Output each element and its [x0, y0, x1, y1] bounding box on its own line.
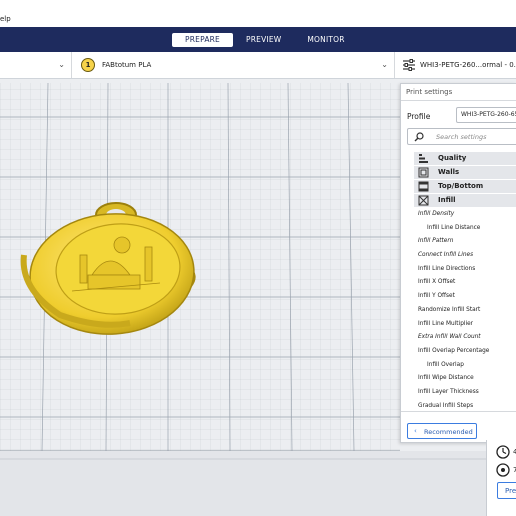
search-placeholder: Search settings [436, 133, 487, 141]
job-specs-bar: ⌄ 1 FABtotum PLA ⌄ WHI3-PETG-260...ormal… [0, 52, 516, 79]
tab-preview[interactable]: PREVIEW [233, 33, 294, 47]
setting-infill-y-offset[interactable]: Infill Y Offset [401, 290, 516, 304]
setting-infill-line-distance[interactable]: Infill Line Distance [401, 222, 516, 236]
category-walls[interactable]: Walls [414, 166, 516, 179]
walls-icon [418, 167, 429, 178]
quality-icon [419, 154, 428, 163]
help-menu[interactable]: elp [0, 15, 11, 23]
print-info-panel: 4 7 Pre [486, 440, 516, 516]
settings-list: Quality Walls Top/Bottom Infill Infill D… [401, 152, 516, 413]
setting-infill-line-multiplier[interactable]: Infill Line Multiplier [401, 318, 516, 332]
menu-bar: elp [0, 0, 516, 27]
extruder-badge: 1 [81, 58, 95, 72]
category-label: Top/Bottom [438, 182, 484, 190]
infill-icon [418, 195, 429, 206]
spool-icon [496, 463, 510, 477]
recommended-button[interactable]: ‹ Recommended [407, 423, 477, 439]
category-label: Walls [438, 168, 460, 176]
clock-icon [496, 445, 510, 459]
print-settings-panel: Print settings Profile WHI3-PETG-260-65 … [400, 83, 516, 443]
setting-infill-x-offset[interactable]: Infill X Offset [401, 276, 516, 290]
search-input[interactable]: Search settings [407, 128, 516, 145]
category-label: Quality [438, 154, 467, 162]
category-infill[interactable]: Infill [414, 194, 516, 207]
setting-infill-line-directions[interactable]: Infill Line Directions [401, 263, 516, 277]
category-top-bottom[interactable]: Top/Bottom [414, 180, 516, 193]
recommended-label: Recommended [424, 428, 473, 436]
divider [401, 100, 516, 101]
printer-selector[interactable]: ⌄ [0, 52, 72, 78]
setting-extra-infill-wall-count[interactable]: Extra Infill Wall Count [401, 331, 516, 345]
chevron-down-icon: ⌄ [58, 60, 65, 69]
setting-infill-density[interactable]: Infill Density [401, 208, 516, 222]
setting-infill-layer-thickness[interactable]: Infill Layer Thickness [401, 386, 516, 400]
tab-monitor[interactable]: MONITOR [294, 33, 357, 47]
tab-prepare[interactable]: PREPARE [172, 33, 233, 47]
chevron-left-icon: ‹ [414, 427, 417, 435]
search-icon [414, 132, 424, 142]
preview-button-label: Pre [505, 487, 516, 495]
material-selector[interactable]: 1 FABtotum PLA ⌄ [73, 52, 395, 78]
profile-label: Profile [407, 112, 431, 121]
setting-infill-overlap-percentage[interactable]: Infill Overlap Percentage [401, 345, 516, 359]
setting-randomize-infill-start[interactable]: Randomize Infill Start [401, 304, 516, 318]
setting-infill-pattern[interactable]: Infill Pattern [401, 235, 516, 249]
category-label: Infill [438, 196, 456, 204]
profile-dropdown[interactable]: WHI3-PETG-260-65 Pe [456, 107, 516, 123]
divider [401, 411, 516, 412]
setting-infill-overlap[interactable]: Infill Overlap [401, 359, 516, 373]
material-name: FABtotum PLA [102, 61, 152, 69]
top-bottom-icon [418, 181, 429, 192]
preview-button[interactable]: Pre [497, 482, 516, 499]
print-settings-toggle[interactable]: WHI3-PETG-260...ormal - 0.2mm [396, 52, 516, 78]
stage-bar: PREPARE PREVIEW MONITOR [0, 27, 516, 52]
profile-summary: WHI3-PETG-260...ormal - 0.2mm [420, 61, 516, 69]
sliders-icon [403, 59, 415, 71]
setting-connect-infill-lines[interactable]: Connect Infill Lines [401, 249, 516, 263]
stage-tabs: PREPARE PREVIEW MONITOR [172, 33, 358, 47]
chevron-down-icon: ⌄ [381, 60, 388, 69]
setting-infill-wipe-distance[interactable]: Infill Wipe Distance [401, 372, 516, 386]
category-quality[interactable]: Quality [414, 152, 516, 165]
panel-title: Print settings [406, 88, 453, 96]
